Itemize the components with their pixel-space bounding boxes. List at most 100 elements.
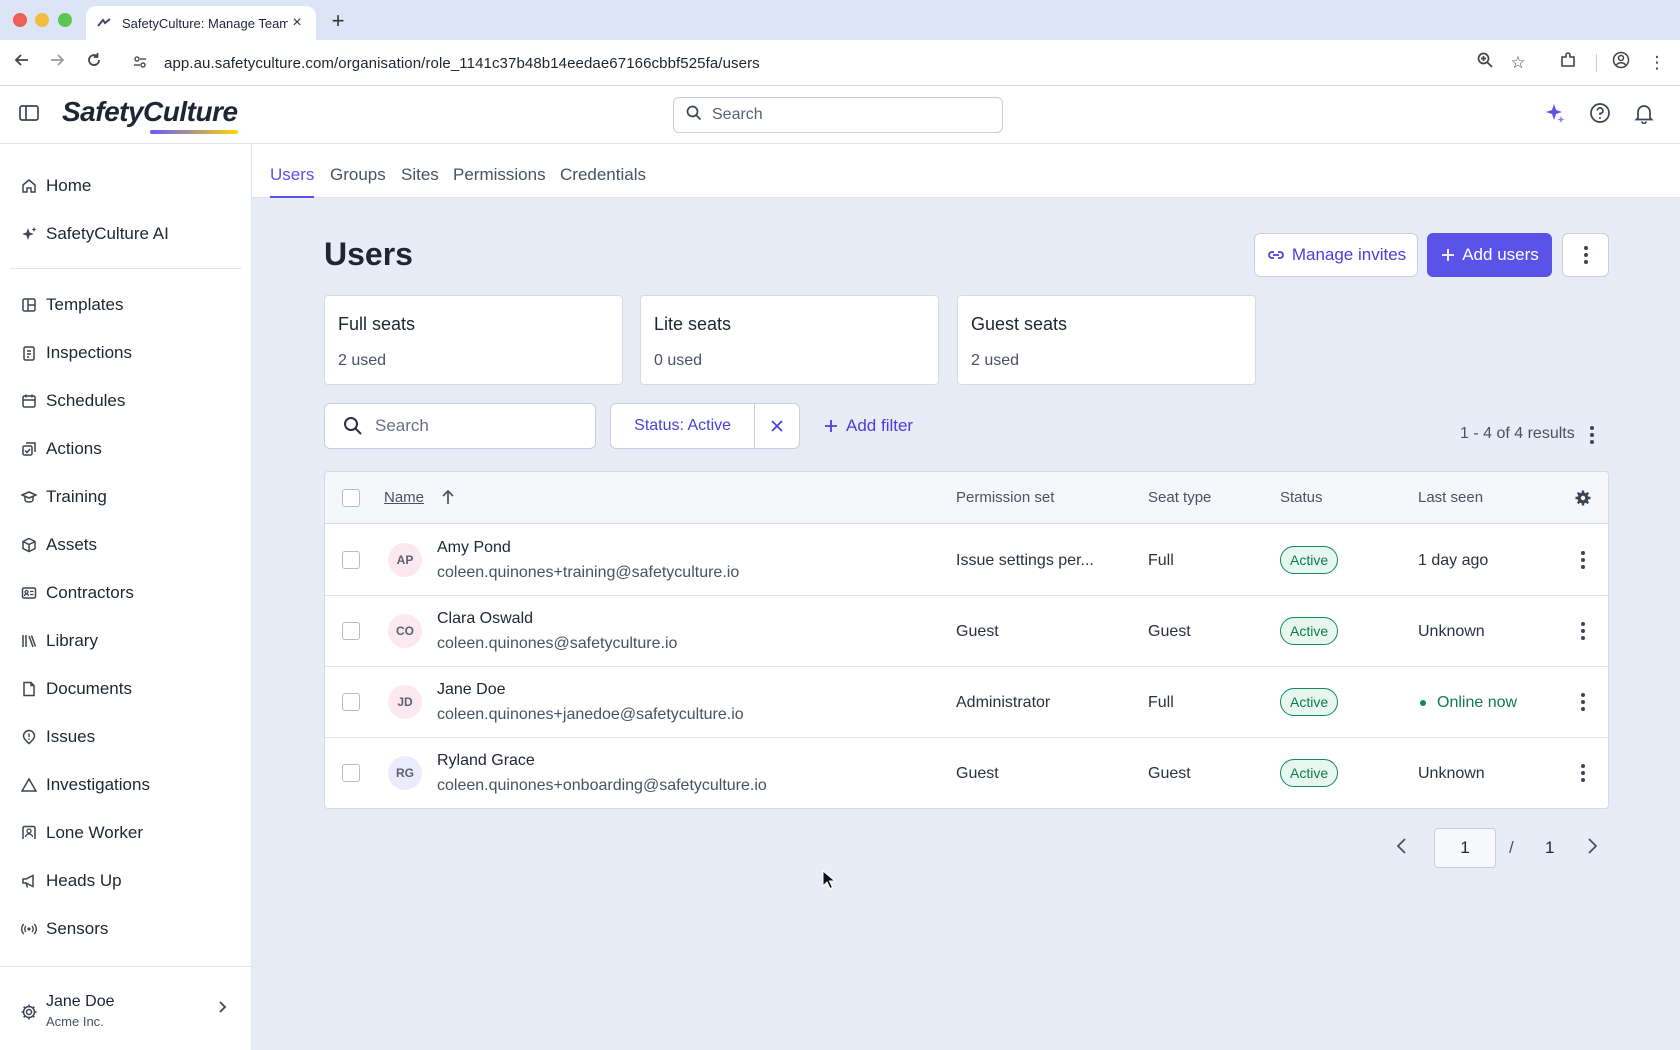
back-icon[interactable] (10, 51, 34, 75)
page-total: 1 (1545, 838, 1555, 857)
user-name[interactable]: Ryland Grace (437, 752, 535, 770)
table-settings-gear-icon[interactable] (1574, 489, 1592, 512)
row-checkbox[interactable] (342, 551, 360, 569)
seat-type: Full (1148, 694, 1174, 711)
sort-ascending-arrow-icon[interactable] (440, 488, 456, 511)
sidebar-item-heads-up[interactable]: Heads Up (20, 866, 122, 896)
row-checkbox[interactable] (342, 622, 360, 640)
manage-invites-label: Manage invites (1291, 245, 1407, 264)
account-menu[interactable]: Jane Doe Acme Inc. (0, 966, 252, 1050)
add-filter-button[interactable]: Add filter (824, 413, 913, 439)
row-more-vertical-icon[interactable] (1573, 550, 1593, 570)
safetyculture-logo[interactable]: SafetyCulture (62, 96, 238, 128)
users-search-input[interactable] (375, 416, 575, 436)
sidebar-item-library[interactable]: Library (20, 626, 98, 656)
sidebar-item-label: Templates (46, 295, 124, 314)
row-checkbox[interactable] (342, 764, 360, 782)
close-tab-icon[interactable]: × (288, 14, 306, 32)
profile-icon[interactable] (1609, 51, 1633, 75)
table-row[interactable]: AP Amy Pond coleen.quinones+training@saf… (325, 525, 1608, 596)
tab-credentials[interactable]: Credentials (560, 144, 646, 198)
user-name[interactable]: Clara Oswald (437, 610, 533, 628)
forward-icon[interactable] (45, 51, 69, 75)
help-icon[interactable] (1587, 102, 1613, 128)
extensions-icon[interactable] (1556, 51, 1580, 75)
sidebar-item-issues[interactable]: Issues (20, 722, 95, 752)
sidebar-item-home[interactable]: Home (20, 171, 91, 201)
results-more-vertical-icon[interactable] (1582, 425, 1602, 445)
sidebar: Home SafetyCulture AI Templates Inspecti… (0, 144, 252, 1050)
status-filter-label[interactable]: Status: Active (611, 404, 756, 448)
tab-sites[interactable]: Sites (401, 144, 439, 198)
sidebar-item-label: Documents (46, 679, 132, 698)
tab-permissions[interactable]: Permissions (453, 144, 546, 198)
global-search-input[interactable] (712, 106, 982, 124)
row-more-vertical-icon[interactable] (1573, 621, 1593, 641)
seat-type: Full (1148, 552, 1174, 569)
global-search[interactable] (673, 97, 1003, 133)
bookmark-star-icon[interactable]: ☆ (1506, 51, 1530, 75)
sidebar-item-contractors[interactable]: Contractors (20, 578, 134, 608)
row-checkbox[interactable] (342, 693, 360, 711)
page-separator: / (1509, 838, 1514, 857)
more-options-button[interactable] (1562, 233, 1609, 277)
user-name[interactable]: Jane Doe (437, 681, 506, 699)
inspection-icon (20, 344, 38, 362)
sidebar-toggle-icon[interactable] (18, 102, 44, 128)
seat-type: Guest (1148, 765, 1191, 782)
permission-set: Administrator (956, 694, 1051, 711)
previous-page-chevron-icon[interactable] (1392, 836, 1414, 858)
sidebar-item-documents[interactable]: Documents (20, 674, 132, 704)
zoom-icon[interactable] (1473, 51, 1497, 75)
row-more-vertical-icon[interactable] (1573, 692, 1593, 712)
page-number-input[interactable]: 1 (1434, 828, 1496, 868)
tab-groups[interactable]: Groups (330, 144, 386, 198)
tab-users[interactable]: Users (270, 144, 315, 198)
row-more-vertical-icon[interactable] (1573, 763, 1593, 783)
maximize-window-button[interactable] (58, 13, 72, 27)
sidebar-item-safetyculture-ai[interactable]: SafetyCulture AI (20, 219, 169, 249)
home-icon (20, 177, 38, 195)
status-filter-chip: Status: Active (610, 403, 800, 449)
sidebar-item-inspections[interactable]: Inspections (20, 338, 132, 368)
sidebar-item-assets[interactable]: Assets (20, 530, 97, 560)
minimize-window-button[interactable] (35, 13, 49, 27)
url-text: app.au.safetyculture.com/organisation/ro… (164, 54, 760, 72)
user-email: coleen.quinones@safetyculture.io (437, 635, 678, 652)
address-bar: app.au.safetyculture.com/organisation/ro… (0, 40, 1680, 86)
sidebar-item-lone-worker[interactable]: Lone Worker (20, 818, 143, 848)
close-window-button[interactable] (13, 13, 27, 27)
add-users-button[interactable]: Add users (1427, 233, 1552, 277)
reload-icon[interactable] (82, 51, 106, 75)
new-tab-button[interactable]: + (328, 8, 348, 33)
url-field[interactable]: app.au.safetyculture.com/organisation/ro… (120, 46, 1660, 80)
browser-tab[interactable]: SafetyCulture: Manage Team × (86, 6, 316, 40)
sidebar-item-investigations[interactable]: Investigations (20, 770, 150, 800)
seat-card-used: 2 used (338, 352, 387, 369)
column-header-name[interactable]: Name (384, 489, 424, 506)
sidebar-item-templates[interactable]: Templates (20, 290, 123, 320)
select-all-checkbox[interactable] (342, 489, 360, 507)
lite-seats-card: Lite seats 0 used (640, 295, 939, 385)
table-row[interactable]: JD Jane Doe coleen.quinones+janedoe@safe… (325, 667, 1608, 738)
manage-invites-button[interactable]: Manage invites (1254, 233, 1418, 277)
notifications-bell-icon[interactable] (1631, 102, 1657, 128)
sidebar-item-sensors[interactable]: Sensors (20, 914, 108, 944)
sidebar-item-actions[interactable]: Actions (20, 434, 102, 464)
ai-sparkle-icon[interactable] (1542, 102, 1568, 128)
user-name[interactable]: Amy Pond (437, 539, 511, 557)
table-row[interactable]: RG Ryland Grace coleen.quinones+onboardi… (325, 738, 1608, 808)
gear-icon (20, 1003, 38, 1021)
next-page-chevron-icon[interactable] (1582, 836, 1604, 858)
table-row[interactable]: CO Clara Oswald coleen.quinones@safetycu… (325, 596, 1608, 667)
avatar: JD (388, 685, 422, 719)
remove-filter-close-icon[interactable] (755, 404, 799, 448)
search-icon (686, 105, 702, 126)
sidebar-item-schedules[interactable]: Schedules (20, 386, 125, 416)
sidebar-item-training[interactable]: Training (20, 482, 107, 512)
browser-menu-icon[interactable]: ⋮ (1645, 51, 1669, 75)
site-settings-icon[interactable] (132, 54, 152, 73)
megaphone-icon (20, 872, 38, 890)
plus-icon (824, 419, 838, 433)
users-search[interactable] (324, 403, 596, 449)
